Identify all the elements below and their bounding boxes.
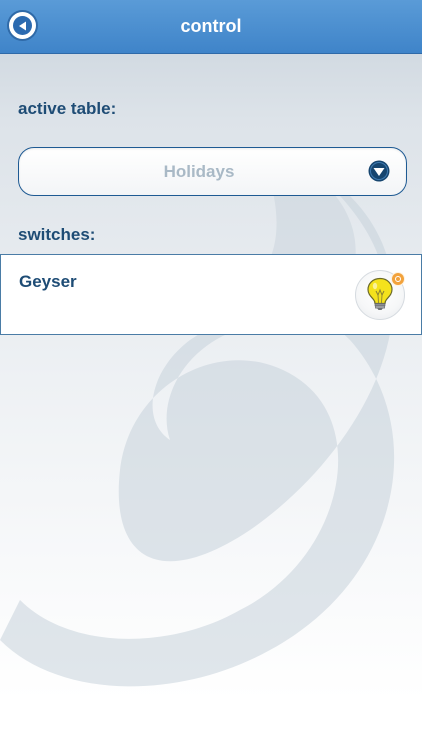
switch-row-geyser: Geyser <box>0 254 422 335</box>
switches-label: switches: <box>18 225 96 244</box>
screen: control active table: Holidays switches:… <box>0 0 422 750</box>
chevron-down-circle-icon <box>368 160 390 182</box>
active-table-value: Holidays <box>163 162 235 181</box>
top-bar: control <box>0 0 422 54</box>
page-title: control <box>180 16 242 36</box>
status-badge-icon <box>392 273 404 285</box>
active-table-label: active table: <box>18 99 117 118</box>
badge-ring <box>395 276 401 282</box>
active-table-dropdown[interactable]: Holidays <box>18 147 407 196</box>
switch-name: Geyser <box>19 272 77 291</box>
geyser-toggle-button[interactable] <box>355 270 405 320</box>
light-bulb-icon <box>367 277 393 310</box>
